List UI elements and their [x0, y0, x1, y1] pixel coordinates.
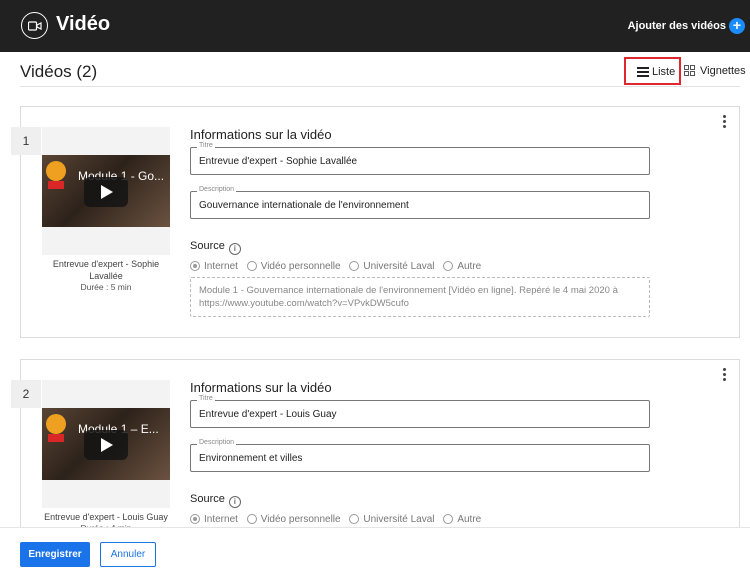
radio-label: Internet: [204, 514, 238, 525]
video-number: 2: [11, 380, 41, 408]
source-text: Source: [190, 493, 225, 505]
view-grid-button[interactable]: Vignettes: [684, 64, 746, 80]
radio-label: Vidéo personnelle: [260, 261, 341, 272]
header-divider: [20, 86, 740, 87]
radio-internet[interactable]: Internet: [190, 261, 238, 272]
reference-field: Module 1 - Gouvernance internationale de…: [190, 277, 650, 317]
radio-universite-laval[interactable]: Université Laval: [349, 514, 435, 525]
cancel-button[interactable]: Annuler: [100, 542, 156, 567]
top-bar: Vidéo Ajouter des vidéos +: [0, 0, 750, 52]
source-text: Source: [190, 240, 225, 252]
brand-logo: [46, 414, 66, 434]
description-legend: Description: [197, 186, 237, 193]
title-value: Entrevue d'expert - Louis Guay: [199, 409, 337, 420]
brand-logo: [46, 161, 66, 181]
radio-label: Internet: [204, 261, 238, 272]
video-camera-icon: [21, 12, 48, 39]
play-icon[interactable]: [84, 177, 128, 207]
info-icon[interactable]: i: [228, 496, 241, 508]
more-options-icon[interactable]: [723, 115, 727, 130]
thumbnail-caption: Entrevue d'expert - Louis Guay: [44, 512, 168, 522]
info-section-title: Informations sur la vidéo: [190, 380, 332, 395]
radio-selected-icon: [190, 261, 200, 271]
video-card: 1 Module 1 - Go... Entrevue d'expert - S…: [11, 106, 740, 338]
app-title: Vidéo: [56, 13, 111, 35]
radio-unselected-icon: [246, 261, 257, 271]
more-options-icon[interactable]: [723, 368, 727, 383]
source-radio-group: Internet Vidéo personnelle Université La…: [190, 514, 487, 525]
title-field[interactable]: Titre Entrevue d'expert - Sophie Lavallé…: [190, 142, 650, 175]
radio-internet[interactable]: Internet: [190, 514, 238, 525]
add-videos-link[interactable]: Ajouter des vidéos: [628, 20, 726, 32]
play-icon[interactable]: [84, 430, 128, 460]
video-thumbnail-container: Module 1 – E...: [42, 380, 170, 508]
source-label: Source i: [190, 240, 241, 255]
description-value: Gouvernance internationale de l'environn…: [199, 200, 409, 211]
page-title: Vidéos (2): [20, 62, 98, 81]
radio-label: Autre: [457, 514, 482, 525]
view-list-button[interactable]: Liste: [624, 57, 681, 85]
title-field[interactable]: Titre Entrevue d'expert - Louis Guay: [190, 395, 650, 428]
source-label: Source i: [190, 493, 241, 508]
title-legend: Titre: [197, 142, 215, 149]
video-duration: Durée : 5 min: [80, 282, 132, 292]
radio-unselected-icon: [246, 514, 257, 524]
video-number: 1: [11, 127, 41, 155]
radio-unselected-icon: [443, 261, 454, 271]
radio-unselected-icon: [349, 514, 360, 524]
video-thumbnail[interactable]: Module 1 – E...: [42, 408, 170, 480]
info-icon[interactable]: i: [228, 243, 241, 255]
radio-label: Université Laval: [363, 261, 435, 272]
title-value: Entrevue d'expert - Sophie Lavallée: [199, 156, 358, 167]
video-thumbnail[interactable]: Module 1 - Go...: [42, 155, 170, 227]
footer-bar: Enregistrer Annuler: [0, 527, 750, 573]
radio-label: Vidéo personnelle: [260, 514, 341, 525]
university-logo: [48, 434, 64, 442]
view-grid-label: Vignettes: [700, 65, 746, 77]
info-section-title: Informations sur la vidéo: [190, 127, 332, 142]
description-value: Environnement et villes: [199, 453, 303, 464]
video-thumbnail-container: Module 1 - Go...: [42, 127, 170, 255]
radio-other[interactable]: Autre: [443, 514, 481, 525]
save-button[interactable]: Enregistrer: [20, 542, 90, 567]
grid-view-icon: [684, 65, 696, 77]
radio-unselected-icon: [349, 261, 360, 271]
description-field[interactable]: Description Environnement et villes: [190, 439, 650, 472]
add-videos-plus-icon[interactable]: +: [729, 18, 745, 34]
description-field[interactable]: Description Gouvernance internationale d…: [190, 186, 650, 219]
radio-personal-video[interactable]: Vidéo personnelle: [246, 514, 341, 525]
title-legend: Titre: [197, 395, 215, 402]
university-logo: [48, 181, 64, 189]
thumbnail-caption: Entrevue d'expert - Sophie Lavallée: [52, 259, 160, 281]
radio-personal-video[interactable]: Vidéo personnelle: [246, 261, 341, 272]
list-view-icon: [637, 67, 649, 77]
view-list-label: Liste: [652, 66, 676, 78]
description-legend: Description: [197, 439, 237, 446]
radio-label: Autre: [457, 261, 482, 272]
source-radio-group: Internet Vidéo personnelle Université La…: [190, 261, 487, 272]
radio-universite-laval[interactable]: Université Laval: [349, 261, 435, 272]
radio-selected-icon: [190, 514, 200, 524]
radio-unselected-icon: [443, 514, 454, 524]
radio-other[interactable]: Autre: [443, 261, 481, 272]
radio-label: Université Laval: [363, 514, 435, 525]
